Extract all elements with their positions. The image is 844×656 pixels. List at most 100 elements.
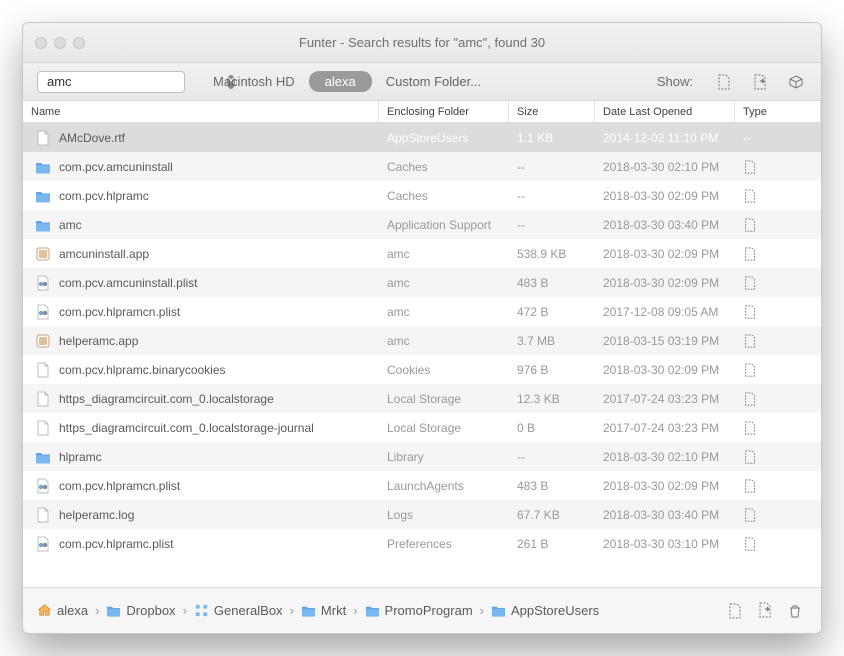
grid-icon — [194, 603, 209, 618]
row-size: 472 B — [509, 305, 595, 319]
app-icon — [35, 246, 51, 262]
app-window: Funter - Search results for "amc", found… — [22, 22, 822, 634]
folder-icon — [491, 603, 506, 618]
show-label: Show: — [657, 74, 693, 89]
table-row[interactable]: com.pcv.hlpramcn.plistamc472 B2017-12-08… — [23, 297, 821, 326]
breadcrumb[interactable]: AppStoreUsers — [491, 603, 599, 618]
folder-icon — [301, 603, 316, 618]
table-row[interactable]: com.pcv.hlpramc.binarycookiesCookies976 … — [23, 355, 821, 384]
close-button[interactable] — [35, 37, 47, 49]
row-date: 2018-03-30 02:10 PM — [595, 160, 735, 174]
reveal-button[interactable] — [723, 603, 747, 619]
breadcrumb-label: Mrkt — [321, 603, 346, 618]
row-size: 67.7 KB — [509, 508, 595, 522]
table-row[interactable]: amcApplication Support--2018-03-30 03:40… — [23, 210, 821, 239]
hidden-file-icon — [743, 160, 757, 174]
show-files-toggle[interactable] — [713, 74, 735, 90]
table-row[interactable]: com.pcv.amcuninstall.plistamc483 B2018-0… — [23, 268, 821, 297]
row-folder: Caches — [379, 160, 509, 174]
search-field[interactable]: ✕ — [37, 71, 185, 93]
breadcrumb[interactable]: Mrkt — [301, 603, 346, 618]
row-folder: Cookies — [379, 363, 509, 377]
row-type — [735, 305, 821, 319]
row-size: 261 B — [509, 537, 595, 551]
row-folder: Local Storage — [379, 421, 509, 435]
plist-icon — [35, 304, 51, 320]
table-row[interactable]: https_diagramcircuit.com_0.localstorage-… — [23, 413, 821, 442]
folder-icon — [35, 188, 51, 204]
hidden-file-icon — [743, 189, 757, 203]
col-size[interactable]: Size — [509, 101, 595, 122]
chevron-right-icon: › — [479, 603, 485, 618]
minimize-button[interactable] — [54, 37, 66, 49]
hidden-file-icon — [743, 450, 757, 464]
col-folder[interactable]: Enclosing Folder — [379, 101, 509, 122]
toolbar: ✕ Macintosh HD alexa Custom Folder... Sh… — [23, 63, 821, 101]
delete-button[interactable] — [783, 603, 807, 619]
row-name: helperamc.app — [59, 334, 138, 348]
cube-icon — [788, 74, 804, 90]
table-row[interactable]: com.pcv.hlpramc.plistPreferences261 B201… — [23, 529, 821, 558]
table-row[interactable]: com.pcv.hlpramcCaches--2018-03-30 02:09 … — [23, 181, 821, 210]
table-row[interactable]: com.pcv.hlpramcn.plistLaunchAgents483 B2… — [23, 471, 821, 500]
show-packages-toggle[interactable] — [785, 74, 807, 90]
row-folder: Local Storage — [379, 392, 509, 406]
breadcrumb[interactable]: PromoProgram — [365, 603, 473, 618]
row-type — [735, 247, 821, 261]
table-row[interactable]: AMcDove.rtfAppStoreUsers1.1 KB2014-12-02… — [23, 123, 821, 152]
scope-home[interactable]: alexa — [309, 71, 372, 92]
zoom-button[interactable] — [73, 37, 85, 49]
row-type — [735, 160, 821, 174]
share-icon — [757, 602, 773, 620]
breadcrumb[interactable]: GeneralBox — [194, 603, 283, 618]
table-row[interactable]: helperamc.appamc3.7 MB2018-03-15 03:19 P… — [23, 326, 821, 355]
row-date: 2018-03-30 02:09 PM — [595, 247, 735, 261]
row-date: 2018-03-30 03:40 PM — [595, 218, 735, 232]
row-date: 2018-03-30 02:09 PM — [595, 189, 735, 203]
row-type — [735, 479, 821, 493]
row-size: 12.3 KB — [509, 392, 595, 406]
row-name: com.pcv.hlpramc — [59, 189, 149, 203]
hidden-file-icon — [743, 218, 757, 232]
row-size: -- — [509, 218, 595, 232]
col-name[interactable]: Name — [23, 101, 379, 122]
show-in-finder-button[interactable] — [753, 602, 777, 620]
folder-icon — [35, 449, 51, 465]
row-name: AMcDove.rtf — [59, 131, 125, 145]
file-out-icon — [752, 74, 768, 90]
chevron-right-icon: › — [289, 603, 295, 618]
row-folder: AppStoreUsers — [379, 131, 509, 145]
row-folder: amc — [379, 334, 509, 348]
row-size: -- — [509, 450, 595, 464]
scope-mac[interactable]: Macintosh HD — [199, 71, 309, 92]
breadcrumb[interactable]: alexa — [37, 603, 88, 618]
hidden-file-icon — [743, 392, 757, 406]
row-type — [735, 189, 821, 203]
table-row[interactable]: https_diagramcircuit.com_0.localstorageL… — [23, 384, 821, 413]
row-date: 2018-03-30 02:09 PM — [595, 363, 735, 377]
col-type[interactable]: Type — [735, 101, 821, 122]
hidden-file-icon — [743, 276, 757, 290]
table-row[interactable]: helperamc.logLogs67.7 KB2018-03-30 03:40… — [23, 500, 821, 529]
row-type — [735, 537, 821, 551]
row-name: https_diagramcircuit.com_0.localstorage-… — [59, 421, 314, 435]
table-row[interactable]: amcuninstall.appamc538.9 KB2018-03-30 02… — [23, 239, 821, 268]
table-row[interactable]: hlpramcLibrary--2018-03-30 02:10 PM — [23, 442, 821, 471]
search-input[interactable] — [47, 74, 223, 89]
show-hidden-toggle[interactable] — [749, 74, 771, 90]
row-name: com.pcv.hlpramcn.plist — [59, 479, 180, 493]
file-icon — [35, 362, 51, 378]
file-icon — [35, 420, 51, 436]
row-size: -- — [509, 160, 595, 174]
breadcrumb[interactable]: Dropbox — [106, 603, 175, 618]
breadcrumb-label: GeneralBox — [214, 603, 283, 618]
scope-custom[interactable]: Custom Folder... — [372, 71, 495, 92]
col-date[interactable]: Date Last Opened — [595, 101, 735, 122]
hidden-file-icon — [743, 334, 757, 348]
row-type — [735, 218, 821, 232]
hidden-file-icon — [743, 508, 757, 522]
row-size: 3.7 MB — [509, 334, 595, 348]
row-size: 976 B — [509, 363, 595, 377]
table-row[interactable]: com.pcv.amcuninstallCaches--2018-03-30 0… — [23, 152, 821, 181]
row-date: 2018-03-30 02:10 PM — [595, 450, 735, 464]
